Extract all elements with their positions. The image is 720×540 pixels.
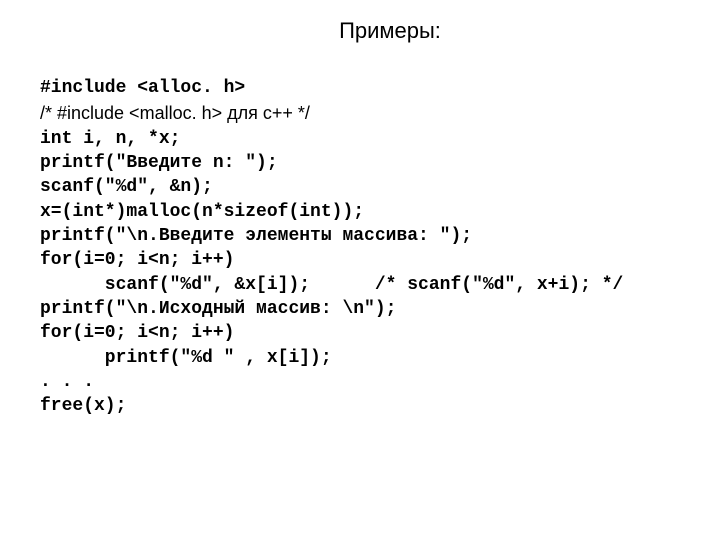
code-line: for(i=0; i<n; i++) xyxy=(40,323,234,343)
code-line: #include <alloc. h> xyxy=(40,78,245,98)
code-line: . . . xyxy=(40,372,94,392)
code-line: free(x); xyxy=(40,396,126,416)
code-comment-line: /* #include <malloc. h> для c++ */ xyxy=(40,103,310,123)
code-example: #include <alloc. h> /* #include <malloc.… xyxy=(40,52,680,418)
code-line: scanf("%d", &n); xyxy=(40,177,213,197)
slide-title: Примеры: xyxy=(100,18,680,44)
code-line: printf("Введите n: "); xyxy=(40,153,278,173)
code-line: int i, n, *x; xyxy=(40,129,180,149)
code-line: for(i=0; i<n; i++) xyxy=(40,250,234,270)
code-line: printf("\n.Исходный массив: \n"); xyxy=(40,299,396,319)
code-line: printf("\n.Введите элементы массива: "); xyxy=(40,226,472,246)
code-line: x=(int*)malloc(n*sizeof(int)); xyxy=(40,202,364,222)
code-line: printf("%d " , x[i]); xyxy=(40,348,332,368)
code-line: scanf("%d", &x[i]); /* scanf("%d", x+i);… xyxy=(40,275,623,295)
